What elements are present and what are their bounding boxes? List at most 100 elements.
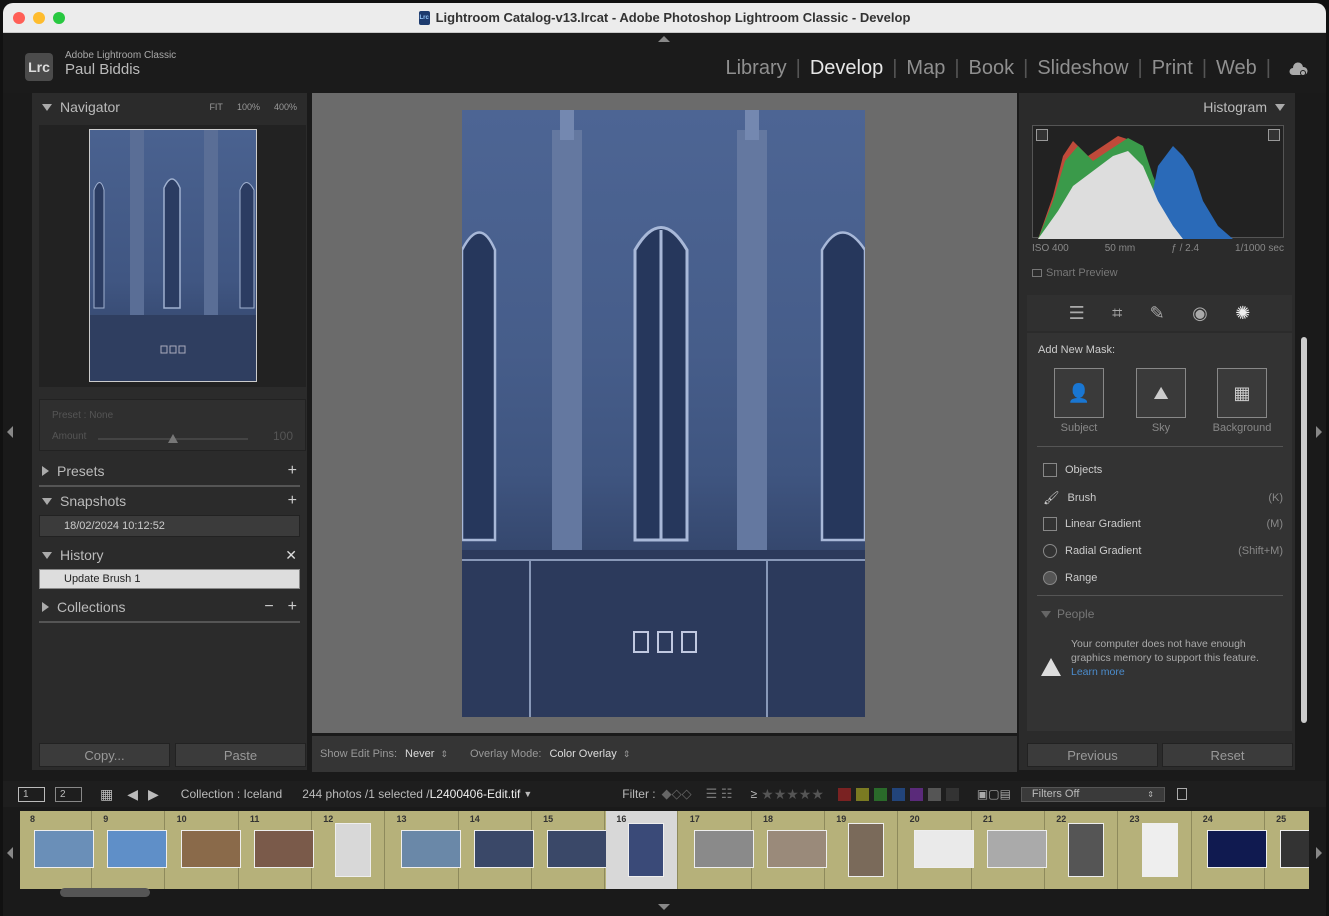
overlay-mode-select[interactable]: Color Overlay xyxy=(549,748,616,760)
module-web[interactable]: Web xyxy=(1216,57,1257,80)
filmstrip-frame-17[interactable]: 17 xyxy=(680,811,754,889)
main-screen-button[interactable]: 1 xyxy=(18,786,45,802)
main-photo[interactable] xyxy=(462,110,865,717)
add-preset-icon[interactable]: + xyxy=(288,462,297,480)
copy-button[interactable]: Copy... xyxy=(39,743,170,767)
collapse-bottom-icon[interactable] xyxy=(658,904,670,910)
filmstrip-frame-18[interactable]: 18 xyxy=(753,811,827,889)
filter-lock-icon[interactable] xyxy=(1176,788,1187,800)
edit-pins-select[interactable]: Never xyxy=(405,748,434,760)
color-label-3[interactable] xyxy=(891,787,905,801)
module-develop[interactable]: Develop xyxy=(810,57,883,80)
subject-mask-button[interactable]: 👤 xyxy=(1054,368,1104,418)
filmstrip-frame-23[interactable]: 23 xyxy=(1120,811,1192,889)
add-collection-icon[interactable]: + xyxy=(288,598,297,616)
module-book[interactable]: Book xyxy=(969,57,1015,80)
rating-operator[interactable]: ≥ xyxy=(751,787,758,801)
filmstrip-frame-12[interactable]: 12 xyxy=(313,811,386,889)
color-label-6[interactable] xyxy=(945,787,959,801)
close-button[interactable] xyxy=(13,12,25,24)
back-arrow-icon[interactable]: ◀ xyxy=(127,786,138,803)
filmstrip-frame-20[interactable]: 20 xyxy=(900,811,974,889)
cloud-sync-icon[interactable] xyxy=(1288,61,1308,76)
objects-mask-item[interactable]: Objects xyxy=(1043,463,1283,477)
color-label-1[interactable] xyxy=(855,787,869,801)
view-mode-icons[interactable]: ▣▢▤ xyxy=(977,787,1011,801)
filmstrip-frame-14[interactable]: 14 xyxy=(460,811,534,889)
color-label-2[interactable] xyxy=(873,787,887,801)
background-mask-button[interactable]: ▦ xyxy=(1217,368,1267,418)
filmstrip[interactable]: 8 9 10 11 12 13 14 15 16 17 18 19 20 21 22 23 24 25 xyxy=(20,811,1309,889)
minimize-button[interactable] xyxy=(33,12,45,24)
module-print[interactable]: Print xyxy=(1152,57,1193,80)
remove-collection-icon[interactable]: − xyxy=(264,598,273,616)
add-snapshot-icon[interactable]: + xyxy=(288,492,297,510)
module-library[interactable]: Library xyxy=(725,57,786,80)
filmstrip-frame-16[interactable]: 16 xyxy=(606,811,679,889)
crop-icon[interactable]: ⌗ xyxy=(1112,303,1122,324)
image-area[interactable] xyxy=(312,93,1017,733)
histogram-chart[interactable] xyxy=(1032,125,1284,239)
color-label-0[interactable] xyxy=(837,787,851,801)
shadow-clipping-icon[interactable] xyxy=(1036,129,1048,141)
filmstrip-frame-13[interactable]: 13 xyxy=(387,811,461,889)
filmstrip-frame-11[interactable]: 11 xyxy=(240,811,314,889)
edit-filter-icons[interactable]: ☰ ☷ xyxy=(706,786,733,802)
zoom-100[interactable]: 100% xyxy=(237,102,260,112)
color-label-4[interactable] xyxy=(909,787,923,801)
presets-header[interactable]: Presets + xyxy=(32,457,307,485)
maximize-button[interactable] xyxy=(53,12,65,24)
filmstrip-frame-15[interactable]: 15 xyxy=(533,811,608,889)
filmstrip-left-icon[interactable] xyxy=(7,847,13,859)
edit-sliders-icon[interactable]: ☰ xyxy=(1069,303,1085,324)
learn-more-link[interactable]: Learn more xyxy=(1071,665,1281,679)
snapshots-header[interactable]: Snapshots + xyxy=(32,487,307,515)
clear-history-icon[interactable]: ✕ xyxy=(285,547,297,564)
navigator-preview[interactable] xyxy=(39,125,306,387)
filmstrip-frame-8[interactable]: 8 xyxy=(20,811,94,889)
module-slideshow[interactable]: Slideshow xyxy=(1037,57,1128,80)
filmstrip-frame-21[interactable]: 21 xyxy=(973,811,1047,889)
range-mask-item[interactable]: Range xyxy=(1043,571,1283,585)
snapshot-item[interactable]: 18/02/2024 10:12:52 xyxy=(39,515,300,537)
module-map[interactable]: Map xyxy=(906,57,945,80)
color-label-filter[interactable] xyxy=(837,787,959,801)
history-item[interactable]: Update Brush 1 xyxy=(39,569,300,589)
left-panel-toggle-icon[interactable] xyxy=(7,426,13,438)
red-eye-icon[interactable]: ◉ xyxy=(1192,303,1208,324)
history-header[interactable]: History ✕ xyxy=(32,541,307,569)
filmstrip-frame-9[interactable]: 9 xyxy=(93,811,168,889)
paste-button[interactable]: Paste xyxy=(175,743,306,767)
collections-header[interactable]: Collections − + xyxy=(32,593,307,621)
brush-mask-item[interactable]: 🖌 Brush (K) xyxy=(1043,490,1283,506)
color-label-5[interactable] xyxy=(927,787,941,801)
grid-view-icon[interactable]: ▦ xyxy=(100,786,113,803)
filmstrip-frame-19[interactable]: 19 xyxy=(826,811,899,889)
right-panel-scrollbar[interactable] xyxy=(1301,337,1307,723)
masking-icon[interactable]: ✺ xyxy=(1235,303,1250,324)
healing-icon[interactable]: ✎ xyxy=(1150,303,1165,324)
filmstrip-frame-24[interactable]: 24 xyxy=(1193,811,1267,889)
radial-gradient-item[interactable]: Radial Gradient (Shift+M) xyxy=(1043,544,1283,558)
zoom-400[interactable]: 400% xyxy=(274,102,297,112)
collapse-top-icon[interactable] xyxy=(658,36,670,42)
filename-dropdown[interactable]: L2400406-Edit.tif xyxy=(430,787,521,801)
amount-slider-knob[interactable] xyxy=(168,434,178,443)
highlight-clipping-icon[interactable] xyxy=(1268,129,1280,141)
filter-presets-dropdown[interactable]: Filters Off ⇕ xyxy=(1020,786,1165,802)
amount-slider[interactable] xyxy=(98,434,248,443)
smart-preview-status[interactable]: Smart Preview xyxy=(1032,267,1118,279)
linear-gradient-item[interactable]: Linear Gradient (M) xyxy=(1043,517,1283,531)
filmstrip-right-icon[interactable] xyxy=(1316,847,1322,859)
collection-source[interactable]: Collection : Iceland xyxy=(181,787,282,801)
filmstrip-frame-10[interactable]: 10 xyxy=(167,811,241,889)
filmstrip-scrollbar[interactable] xyxy=(60,888,150,897)
filmstrip-frame-22[interactable]: 22 xyxy=(1046,811,1119,889)
reset-button[interactable]: Reset xyxy=(1162,743,1293,767)
people-section-header[interactable]: People xyxy=(1041,607,1094,621)
secondary-screen-button[interactable]: 2 xyxy=(55,786,82,802)
sky-mask-button[interactable]: ⛰ xyxy=(1136,368,1186,418)
right-panel-toggle-icon[interactable] xyxy=(1316,426,1322,438)
histogram-header[interactable]: Histogram xyxy=(1019,93,1295,121)
forward-arrow-icon[interactable]: ▶ xyxy=(148,786,159,803)
